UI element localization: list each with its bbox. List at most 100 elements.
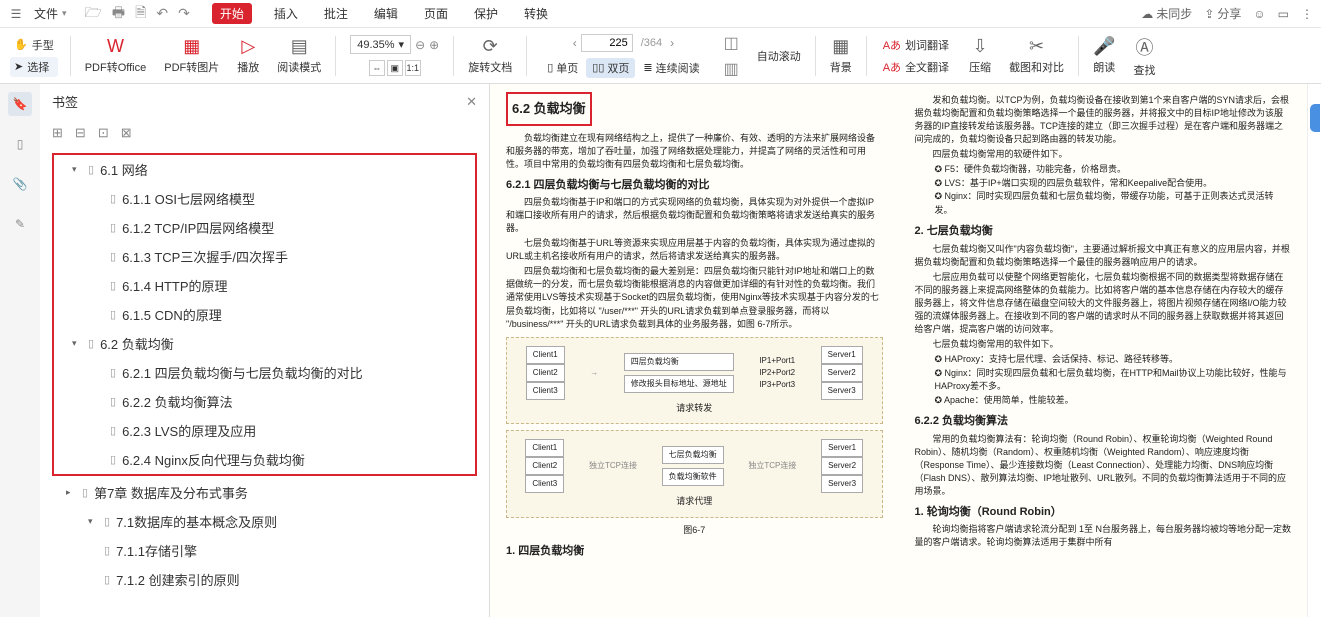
read-aloud[interactable]: 🎤 朗读 [1087,28,1121,83]
bookmark-icon: ▯ [82,486,88,499]
bookmark-item[interactable]: ▯6.1.1 OSI七层网络模型 [54,184,475,213]
bookmark-tab-icon[interactable]: 🔖 [8,92,32,116]
save-icon[interactable]: 🗎 [135,2,146,26]
bookmark-item[interactable]: ▯6.1.2 TCP/IP四层网络模型 [54,213,475,242]
hand-tool[interactable]: ✋手型 [10,35,58,55]
section-title-highlight: 6.2 负载均衡 [506,92,592,126]
bookmark-item[interactable]: ▾▯6.1 网络 [54,155,475,184]
fulltrans-icon: Aあ [883,59,901,75]
bookmark-nav-icon[interactable]: ◫ [724,33,739,53]
paragraph: 七层负载均衡基于URL等资源来实现应用层基于内容的负载均衡，具体实现为通过虚拟的… [506,237,883,263]
bookmark-icon: ▯ [110,453,116,466]
bookmark-icon: ▯ [110,279,116,292]
bookmark-item[interactable]: ▯7.1.1存储引擎 [48,536,481,565]
smile-icon[interactable]: ☺ [1253,7,1265,21]
toggle-icon[interactable]: ▸ [66,487,76,498]
hamburger-icon[interactable]: ☰ [8,6,24,22]
bm-collapse-icon[interactable]: ⊡ [98,125,109,141]
signature-tab-icon[interactable]: ✎ [8,212,32,236]
bm-child-icon[interactable]: ⊟ [75,125,86,141]
toolbar: ✋手型 ➤选择 W PDF转Office ▦ PDF转图片 ▷ 播放 ▤ 阅读模… [0,28,1321,84]
page-viewer[interactable]: 6.2 负载均衡 负载均衡建立在现有网络结构之上，提供了一种廉价、有效、透明的方… [490,84,1307,617]
tab-edit[interactable]: 编辑 [370,3,402,24]
list-item: ✪ LVS：基于IP+端口实现的四层负载软件，常和Keepalive配合使用。 [935,177,1292,191]
bookmark-item[interactable]: ▯6.1.5 CDN的原理 [54,300,475,329]
bm-expand-icon[interactable]: ⊠ [121,125,132,141]
autoscroll[interactable]: 自动滚动 [751,28,807,83]
bookmark-icon: ▯ [110,395,116,408]
bookmark-item[interactable]: ▯6.2.1 四层负载均衡与七层负载均衡的对比 [54,358,475,387]
more-icon[interactable]: ⋮ [1301,7,1313,21]
zoom-in-icon[interactable]: ⊕ [429,38,439,52]
rotate-icon: ⟳ [483,36,498,57]
print-icon[interactable]: 🖶 [112,2,125,26]
subheading: 2. 七层负载均衡 [915,223,1292,240]
toggle-icon[interactable]: ▾ [72,164,82,175]
bookmark-item[interactable]: ▸▯第7章 数据库及分布式事务 [48,478,481,507]
double-page-btn[interactable]: ▯▯ 双页 [586,58,635,78]
close-panel-icon[interactable]: ✕ [466,94,477,110]
bookmark-item[interactable]: ▯6.1.3 TCP三次握手/四次挥手 [54,242,475,271]
bookmark-item[interactable]: ▯6.2.4 Nginx反向代理与负载均衡 [54,445,475,474]
zoom-out-icon[interactable]: ⊖ [415,38,425,52]
bookmark-item[interactable]: ▯6.2.2 负载均衡算法 [54,387,475,416]
pdf-to-office[interactable]: W PDF转Office [79,28,153,83]
bookmark-item[interactable]: ▯6.1.4 HTTP的原理 [54,271,475,300]
heading-622: 6.2.2 负载均衡算法 [915,413,1292,430]
actual-size-icon[interactable]: 1:1 [405,60,421,76]
side-tab-icon[interactable] [1310,104,1320,132]
tab-convert[interactable]: 转换 [520,3,552,24]
next-page-icon[interactable]: › [670,36,674,50]
bookmarks-header: 书签 ✕ [40,84,489,119]
right-edge-handle[interactable] [1307,84,1321,617]
list-item: ✪ Nginx：同时实现四层负载和七层负载均衡，带缓存功能，可基于正则表达式灵活… [935,190,1292,217]
screenshot-compare[interactable]: ✂ 截图和对比 [1003,28,1070,83]
heading-621: 6.2.1 四层负载均衡与七层负载均衡的对比 [506,177,883,194]
continuous-btn[interactable]: ≣ 连续阅读 [637,58,705,78]
tab-annotate[interactable]: 批注 [320,3,352,24]
prev-page-icon[interactable]: ‹ [573,36,577,50]
bm-add-icon[interactable]: ⊞ [52,125,63,141]
menu-bar: ☰ 文件 ▾ 🗁 🖶 🗎 ↶ ↷ 开始 插入 批注 编辑 页面 保护 转换 ☁ … [0,0,1321,28]
paragraph: 七层负载均衡又叫作"内容负载均衡"，主要通过解析报文中真正有意义的应用层内容，并… [915,243,1292,269]
toggle-icon[interactable]: ▾ [88,516,98,527]
read-mode[interactable]: ▤ 阅读模式 [271,28,327,83]
bookmark-item[interactable]: ▯7.1.2 创建索引的原则 [48,565,481,594]
tab-page[interactable]: 页面 [420,3,452,24]
thumbnail-icon[interactable]: ▥ [724,59,739,79]
open-icon[interactable]: 🗁 [85,2,102,26]
play-button[interactable]: ▷ 播放 [231,28,265,83]
single-page-btn[interactable]: ▯ 单页 [541,58,584,78]
toggle-icon[interactable]: ▾ [72,338,82,349]
attachment-tab-icon[interactable]: 📎 [8,172,32,196]
sync-status[interactable]: ☁ 未同步 [1141,5,1192,22]
dict-translate[interactable]: Aあ划词翻译 [879,35,953,55]
full-translate[interactable]: Aあ全文翻译 [879,57,953,77]
page-input[interactable] [581,34,633,52]
share-button[interactable]: ⇪ 分享 [1204,5,1241,22]
compress[interactable]: ⇩ 压缩 [963,28,997,83]
bookmark-item[interactable]: ▾▯7.1数据库的基本概念及原则 [48,507,481,536]
thumbnail-tab-icon[interactable]: ▯ [8,132,32,156]
chat-icon[interactable]: ▭ [1278,7,1289,21]
zoom-select[interactable]: 49.35% ▾ [350,35,411,54]
list-item: ✪ Nginx：同时实现四层负载和七层负载均衡，在HTTP和Mail协议上功能比… [935,367,1292,394]
tab-protect[interactable]: 保护 [470,3,502,24]
undo-icon[interactable]: ↶ [156,5,168,22]
bookmark-item[interactable]: ▾▯6.2 负载均衡 [54,329,475,358]
select-tool[interactable]: ➤选择 [10,57,58,77]
file-menu[interactable]: 文件 ▾ [28,3,73,24]
redo-icon[interactable]: ↷ [178,5,190,22]
fit-page-icon[interactable]: ▣ [387,60,403,76]
pdf-to-image[interactable]: ▦ PDF转图片 [158,28,225,83]
bookmark-text: 6.1.5 CDN的原理 [122,305,222,324]
find[interactable]: Ⓐ 查找 [1127,28,1161,83]
tab-start[interactable]: 开始 [212,3,252,24]
tab-insert[interactable]: 插入 [270,3,302,24]
fit-width-icon[interactable]: ⇔ [369,60,385,76]
bookmark-text: 6.1.2 TCP/IP四层网络模型 [122,218,274,237]
bookmark-item[interactable]: ▯6.2.3 LVS的原理及应用 [54,416,475,445]
paragraph: 四层负载均衡和七层负载均衡的最大差别是：四层负载均衡只能针对IP地址和端口上的数… [506,265,883,330]
background[interactable]: ▦ 背景 [824,28,858,83]
rotate-doc[interactable]: ⟳ 旋转文档 [462,28,518,83]
